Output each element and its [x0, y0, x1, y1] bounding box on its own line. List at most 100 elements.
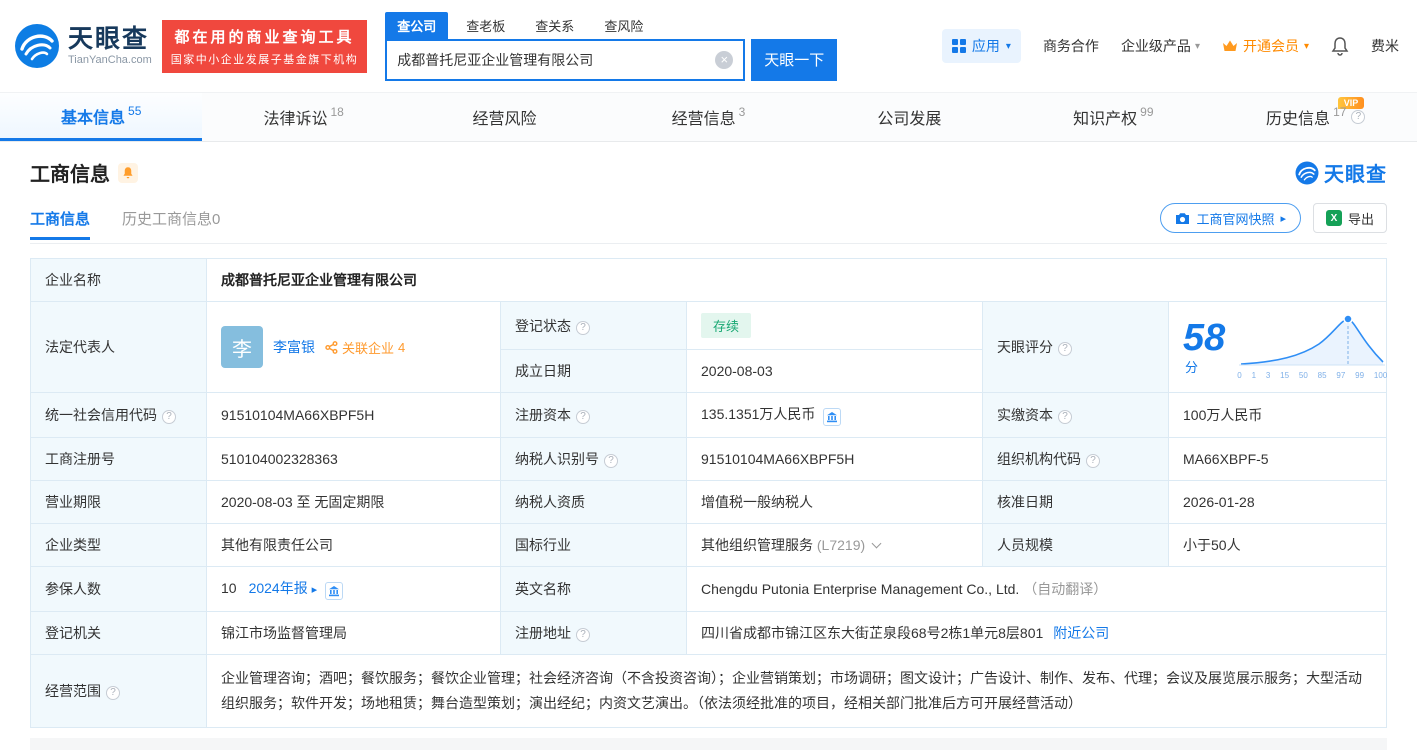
- related-companies-link[interactable]: 关联企业 4: [325, 338, 405, 357]
- apps-label: 应用: [971, 38, 1000, 54]
- label-reg-number: 工商注册号: [30, 437, 207, 481]
- value-insured-count: 10 2024年报 ▸: [206, 566, 501, 612]
- help-icon[interactable]: ?: [162, 410, 176, 424]
- value-reg-status: 存续: [686, 301, 983, 350]
- username: 费米: [1371, 38, 1399, 54]
- label-credit-code: 统一社会信用代码?: [30, 392, 207, 438]
- label-reg-capital: 注册资本?: [500, 392, 687, 438]
- tab-basic-info[interactable]: 基本信息 55: [0, 93, 203, 141]
- search-tab-risk[interactable]: 查风险: [592, 12, 655, 39]
- help-icon[interactable]: ?: [576, 410, 590, 424]
- value-industry: 其他组织管理服务 (L7219): [686, 523, 983, 567]
- tab-label: 基本信息: [61, 109, 126, 127]
- tianyancha-logo[interactable]: 天眼查 TianYanCha.com: [14, 23, 152, 69]
- value-address: 四川省成都市锦江区东大街芷泉段68号2栋1单元8层801 附近公司: [686, 611, 1387, 655]
- tab-label: 公司发展: [877, 111, 942, 128]
- export-button[interactable]: X 导出: [1312, 203, 1387, 233]
- help-icon[interactable]: ?: [1058, 410, 1072, 424]
- label-legal-rep: 法定代表人: [30, 301, 207, 393]
- help-icon[interactable]: ?: [604, 454, 618, 468]
- slogan-line2: 国家中小企业发展子基金旗下机构: [170, 53, 359, 66]
- top-menu: 应用 ▾ 商务合作 企业级产品 ▾ 开通会员 ▾ 费米: [941, 29, 1399, 63]
- label-industry: 国标行业: [500, 523, 687, 567]
- help-icon[interactable]: ?: [576, 628, 590, 642]
- search-tab-relation[interactable]: 查关系: [523, 12, 586, 39]
- snapshot-label: 工商官网快照: [1196, 211, 1275, 227]
- tab-label: 知识产权: [1073, 111, 1138, 128]
- search-input[interactable]: [387, 51, 716, 68]
- label-paid-capital: 实缴资本?: [982, 392, 1169, 438]
- nearby-companies-link[interactable]: 附近公司: [1053, 625, 1109, 641]
- tab-operating-info[interactable]: 经营信息 3: [607, 93, 809, 141]
- vip-label: 开通会员: [1242, 38, 1299, 54]
- value-reg-number: 510104002328363: [206, 437, 501, 481]
- search-button[interactable]: 天眼一下: [751, 38, 838, 81]
- value-tianyan-score: 58分 0 1 3 15 50 85 97 99 100: [1168, 301, 1387, 393]
- help-icon[interactable]: ?: [106, 686, 120, 701]
- search-area: 查公司 查老板 查关系 查风险 × 天眼一下: [385, 11, 838, 81]
- score-axis-ticks: 0 1 3 15 50 85 97 99 100: [1237, 371, 1388, 380]
- help-icon[interactable]: ?: [1351, 110, 1366, 124]
- help-icon[interactable]: ?: [1086, 454, 1100, 468]
- footer-strip: [30, 738, 1387, 750]
- export-label: 导出: [1347, 211, 1374, 227]
- legal-rep-avatar[interactable]: 李: [221, 326, 263, 368]
- legal-rep-name-link[interactable]: 李富银: [273, 337, 315, 357]
- help-icon[interactable]: ?: [576, 320, 590, 335]
- tab-count: 17: [1333, 105, 1347, 119]
- subtab-business-info[interactable]: 工商信息: [30, 208, 91, 240]
- user-menu[interactable]: 费米: [1371, 36, 1399, 56]
- chevron-down-icon: ▾: [1194, 40, 1200, 52]
- vip-upgrade-link[interactable]: 开通会员 ▾: [1222, 36, 1309, 56]
- logo-wave-icon: [15, 24, 59, 68]
- tab-operating-risk[interactable]: 经营风险: [405, 93, 607, 141]
- subtab-history-business-info[interactable]: 历史工商信息0: [122, 208, 220, 229]
- label-taxpayer-quality: 纳税人资质: [500, 480, 687, 524]
- value-credit-code: 91510104MA66XBPF5H: [206, 392, 501, 438]
- notifications-button[interactable]: [1331, 36, 1349, 56]
- link-chain-icon: [325, 340, 338, 354]
- value-company-name: 成都普托尼亚企业管理有限公司: [206, 258, 1387, 302]
- slogan-line1: 都在用的商业查询工具: [174, 28, 355, 46]
- official-snapshot-button[interactable]: 工商官网快照 ▸: [1160, 203, 1301, 233]
- tianyancha-watermark: 天眼查: [1295, 158, 1387, 187]
- label-address: 注册地址?: [500, 611, 687, 655]
- annual-report-link[interactable]: 2024年报 ▸: [249, 580, 318, 596]
- tab-history-info[interactable]: VIP 历史信息 17 ?: [1215, 93, 1417, 141]
- tab-legal-proceedings[interactable]: 法律诉讼 18: [202, 93, 404, 141]
- tab-intellectual-property[interactable]: 知识产权 99: [1012, 93, 1214, 141]
- subtab-actions: 工商官网快照 ▸ X 导出: [1160, 203, 1387, 233]
- business-cooperation-link[interactable]: 商务合作: [1043, 36, 1099, 56]
- bell-icon: [123, 167, 133, 179]
- bank-icon[interactable]: [823, 408, 842, 426]
- value-reg-capital: 135.1351万人民币: [686, 392, 983, 438]
- row-reg-authority: 登记机关 锦江市场监督管理局 注册地址? 四川省成都市锦江区东大街芷泉段68号2…: [30, 611, 1387, 655]
- value-reg-authority: 锦江市场监督管理局: [206, 611, 501, 655]
- bank-icon[interactable]: [325, 582, 344, 600]
- tianyan-score: 58分 0 1 3 15 50 85 97 99 100: [1183, 314, 1387, 380]
- search-tab-boss[interactable]: 查老板: [454, 12, 517, 39]
- chevron-down-icon[interactable]: [871, 538, 882, 549]
- apps-menu[interactable]: 应用 ▾: [941, 29, 1021, 63]
- help-icon[interactable]: ?: [1058, 342, 1072, 356]
- tab-label: 历史信息: [1266, 111, 1331, 128]
- subscribe-button[interactable]: [118, 162, 138, 183]
- grid-icon: [951, 39, 966, 53]
- clear-search-icon[interactable]: ×: [715, 50, 734, 69]
- label-approval-date: 核准日期: [982, 480, 1169, 524]
- value-taxpayer-id: 91510104MA66XBPF5H: [686, 437, 983, 481]
- watermark-text: 天眼查: [1324, 164, 1387, 186]
- enterprise-products-link[interactable]: 企业级产品 ▾: [1121, 36, 1200, 56]
- excel-icon: X: [1325, 210, 1342, 226]
- subtab-row: 工商信息 历史工商信息0 工商官网快照 ▸ X 导出: [30, 203, 1387, 244]
- search-tabs: 查公司 查老板 查关系 查风险: [385, 11, 837, 39]
- row-insured-count: 参保人数 10 2024年报 ▸ 英文名称 Chengdu Putonia Ent…: [30, 566, 1387, 612]
- value-org-code: MA66XBPF-5: [1168, 437, 1387, 481]
- search-box: ×: [385, 38, 746, 81]
- search-tab-company[interactable]: 查公司: [385, 11, 449, 39]
- tab-company-development[interactable]: 公司发展: [810, 93, 1012, 141]
- row-reg-number: 工商注册号 510104002328363 纳税人识别号? 91510104MA…: [30, 437, 1387, 481]
- arrow-right-icon: ▸: [1280, 212, 1286, 225]
- search-row: × 天眼一下: [385, 38, 838, 81]
- enterprise-label: 企业级产品: [1120, 38, 1191, 54]
